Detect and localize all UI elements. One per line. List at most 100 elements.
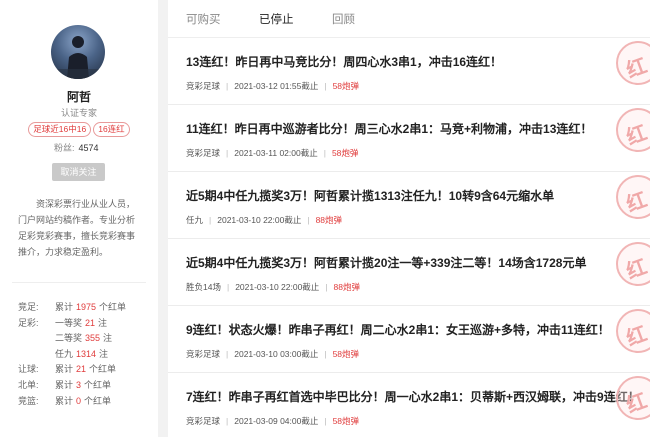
meta-separator: | [226, 282, 230, 292]
avatar-image [51, 36, 105, 79]
stat-value: 1314 [76, 348, 97, 359]
stat-suffix: 注 [99, 348, 109, 359]
meta-separator: | [226, 416, 229, 426]
divider [12, 282, 146, 283]
meta-separator: | [226, 81, 229, 91]
stat-label: 竞篮: [18, 395, 39, 406]
stamp-text: 红 [623, 189, 650, 217]
avatar[interactable] [51, 25, 105, 79]
stat-suffix: 个红单 [84, 395, 112, 406]
article-meta: 胜负14场 | 2021-03-10 22:00截止 | 88炮弹 [186, 281, 360, 293]
meta-separator: | [226, 148, 229, 158]
stamp-text: 红 [623, 256, 650, 284]
stat-row-jingzu: 竞足: 累计 1975 个红单 [18, 300, 126, 316]
article-meta: 竞彩足球 | 2021-03-12 01:55截止 | 58炮弹 [186, 80, 359, 92]
article-item[interactable]: 近5期4中任九揽奖3万！阿哲累计揽1313注任九！10转9含64元缩水单 任九 |… [168, 173, 650, 239]
article-deadline: 2021-03-09 04:00截止 [234, 416, 319, 426]
article-title[interactable]: 9连红！状态火爆！昨串子再红！周二心水2串1：女王巡游+多特，冲击11连红！ [186, 321, 610, 338]
article-item[interactable]: 9连红！状态火爆！昨串子再红！周二心水2串1：女王巡游+多特，冲击11连红！ 竞… [168, 307, 650, 373]
article-item[interactable]: 13连红！昨日再中马竞比分！周四心水3串1，冲击16连红！ 竞彩足球 | 2021-… [168, 39, 650, 105]
user-name: 阿哲 [66, 90, 91, 104]
red-stamp-icon: 红 [616, 175, 650, 219]
stat-value: 0 [76, 395, 82, 406]
stat-label: 足彩: [18, 317, 39, 328]
article-price: 58炮弹 [331, 148, 359, 158]
red-stamp-icon: 红 [616, 309, 650, 353]
stat-row-renjiu: 任九 1314 注 [18, 347, 126, 363]
stat-suffix: 注 [98, 317, 108, 328]
tab-review[interactable]: 回顾 [332, 11, 355, 27]
stats-list: 竞足: 累计 1975 个红单 足彩: 一等奖 21 注 二等奖 355 注 任九 1314 注 让… [18, 300, 126, 409]
article-meta: 任九 | 2021-03-10 22:00截止 | 88炮弹 [186, 214, 342, 226]
article-panel: 可购买 已停止 回顾 13连红！昨日再中马竞比分！周四心水3串1，冲击16连红！… [168, 0, 650, 437]
article-title[interactable]: 13连红！昨日再中马竞比分！周四心水3串1，冲击16连红！ [186, 53, 502, 70]
meta-separator: | [325, 282, 328, 292]
tab-stopped[interactable]: 已停止 [259, 11, 294, 27]
article-category: 竞彩足球 [186, 349, 221, 359]
stat-row-rangqiu: 让球: 累计 21 个红单 [18, 362, 126, 378]
stamp-text: 红 [623, 323, 650, 351]
article-deadline: 2021-03-10 22:00截止 [235, 282, 320, 292]
stat-suffix: 注 [103, 333, 113, 344]
stat-row-zucai-first: 足彩: 一等奖 21 注 [18, 316, 126, 332]
user-bio: 资深彩票行业从业人员，门户网站约稿作者。专业分析足彩竞彩赛事，擅长竞彩赛事推介，… [18, 199, 136, 257]
profile-sidebar: 阿哲 认证专家 足球近16中16 16连红 粉丝: 4574 取消关注 资深彩票行… [0, 0, 158, 437]
fans-count: 粉丝: 4574 [54, 141, 99, 154]
stat-suffix: 个红单 [89, 364, 117, 375]
stat-prefix: 累计 [55, 302, 74, 312]
stat-label: 竞足: [18, 302, 39, 312]
article-price: 58炮弹 [332, 81, 360, 91]
article-price: 58炮弹 [332, 416, 360, 426]
article-price: 88炮弹 [333, 282, 360, 292]
stat-label: 北单: [18, 379, 39, 390]
meta-separator: | [324, 416, 327, 426]
article-category: 竞彩足球 [186, 416, 221, 426]
badge-streak-record: 足球近16中16 [28, 122, 92, 137]
red-stamp-icon: 红 [616, 108, 650, 152]
stat-prefix: 累计 [55, 395, 74, 406]
stat-prefix: 二等奖 [55, 333, 83, 344]
stat-value: 1975 [76, 302, 97, 312]
article-category: 竞彩足球 [186, 148, 221, 158]
stat-value: 21 [85, 317, 96, 328]
stat-row-jinglan: 竞篮: 累计 0 个红单 [18, 394, 126, 410]
stat-suffix: 个红单 [99, 302, 127, 312]
stat-label: 让球: [18, 364, 39, 375]
article-item[interactable]: 11连红！昨日再中巡游者比分！周三心水2串1：马竞+利物浦，冲击13连红！ 竞彩… [168, 106, 650, 172]
tab-bar: 可购买 已停止 回顾 [168, 0, 650, 38]
badge-group: 足球近16中16 16连红 [0, 122, 158, 137]
article-title[interactable]: 11连红！昨日再中巡游者比分！周三心水2串1：马竞+利物浦，冲击13连红！ [186, 120, 592, 137]
article-title[interactable]: 近5期4中任九揽奖3万！阿哲累计揽1313注任九！10转9含64元缩水单 [186, 187, 554, 204]
fans-value: 4574 [78, 143, 99, 153]
meta-separator: | [307, 215, 310, 225]
red-stamp-icon: 红 [616, 242, 650, 286]
meta-separator: | [226, 349, 229, 359]
article-category: 任九 [186, 215, 204, 225]
stamp-text: 红 [623, 390, 650, 418]
stat-prefix: 一等奖 [55, 317, 83, 328]
user-role: 认证专家 [60, 108, 97, 118]
unfollow-button[interactable]: 取消关注 [52, 163, 105, 181]
stat-prefix: 累计 [55, 364, 74, 375]
article-deadline: 2021-03-10 03:00截止 [234, 349, 319, 359]
stat-prefix: 任九 [55, 348, 74, 359]
meta-separator: | [323, 148, 326, 158]
article-item[interactable]: 近5期4中任九揽奖3万！阿哲累计揽20注一等+339注二等！14场含1728元单… [168, 240, 650, 306]
stat-prefix: 累计 [55, 379, 74, 390]
meta-separator: | [324, 349, 327, 359]
article-price: 88炮弹 [315, 215, 343, 225]
fans-label: 粉丝: [54, 143, 75, 153]
stat-row-beidan: 北单: 累计 3 个红单 [18, 378, 126, 394]
article-category: 竞彩足球 [186, 81, 221, 91]
article-item[interactable]: 7连红！昨串子再红首选中毕巴比分！周一心水2串1：贝蒂斯+西汉姆联，冲击9连红！… [168, 374, 650, 437]
article-deadline: 2021-03-11 02:00截止 [234, 148, 318, 158]
tab-purchasable[interactable]: 可购买 [186, 11, 221, 27]
article-title[interactable]: 近5期4中任九揽奖3万！阿哲累计揽20注一等+339注二等！14场含1728元单 [186, 254, 586, 271]
stat-value: 355 [85, 333, 101, 344]
badge-streak: 16连红 [93, 122, 130, 137]
red-stamp-icon: 红 [616, 376, 650, 420]
meta-separator: | [209, 215, 212, 225]
article-meta: 竞彩足球 | 2021-03-11 02:00截止 | 58炮弹 [186, 147, 358, 159]
stat-row-zucai-second: 二等奖 355 注 [18, 331, 126, 347]
article-title[interactable]: 7连红！昨串子再红首选中毕巴比分！周一心水2串1：贝蒂斯+西汉姆联，冲击9连红！ [186, 388, 640, 405]
